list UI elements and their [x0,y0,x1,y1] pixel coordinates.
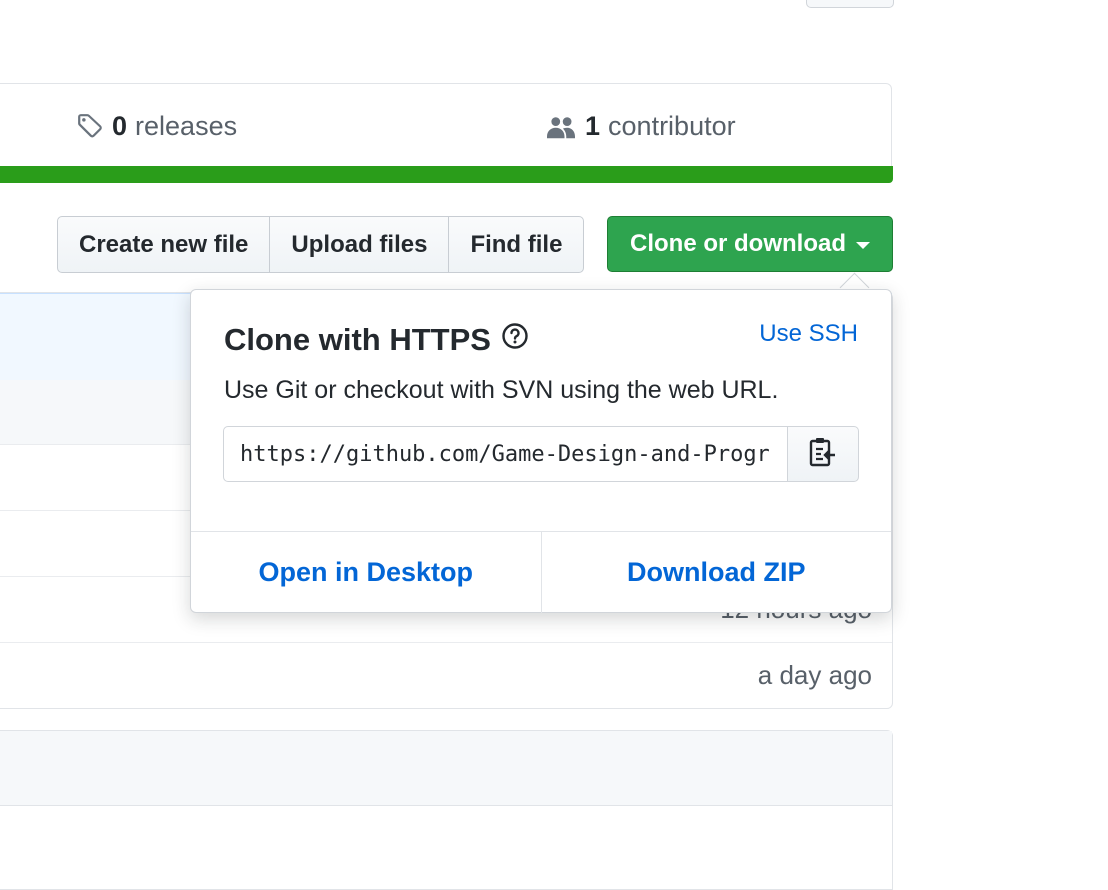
releases-label: releases [135,110,238,141]
clone-description: Use Git or checkout with SVN using the w… [224,376,779,404]
releases-link[interactable]: 0 releases [76,108,237,144]
contributors-count: 1 [585,110,601,141]
caret-down-icon [856,241,870,249]
header-action-button[interactable] [806,0,894,8]
copy-url-button[interactable] [788,426,859,482]
download-zip-button[interactable]: Download ZIP [540,532,892,613]
upload-files-button[interactable]: Upload files [270,217,450,272]
clone-or-download-label: Clone or download [630,230,846,257]
clipboard-icon [808,436,838,473]
open-in-desktop-button[interactable]: Open in Desktop [191,532,541,613]
clone-url-input[interactable] [223,426,788,482]
clone-dropdown-footer: Open in Desktop Download ZIP [191,531,891,613]
row-divider [0,642,892,643]
language-bar[interactable] [0,166,893,183]
contributors-link[interactable]: 1 contributor [545,108,736,144]
use-ssh-link[interactable]: Use SSH [759,320,858,348]
clone-url-group [223,426,859,482]
row-age: a day ago [757,660,872,690]
file-actions-group: Create new file Upload files Find file [57,216,585,273]
releases-count: 0 [112,110,128,141]
create-new-file-button[interactable]: Create new file [58,217,271,272]
clone-or-download-button[interactable]: Clone or download [607,216,893,272]
people-icon [545,112,577,140]
clone-title: Clone with HTTPS [224,322,529,358]
tag-icon [76,112,104,140]
clone-title-text: Clone with HTTPS [224,322,491,357]
find-file-button[interactable]: Find file [449,217,583,272]
readme-header [0,731,892,806]
contributors-label: contributor [608,110,736,141]
question-circle-icon[interactable] [501,322,529,358]
